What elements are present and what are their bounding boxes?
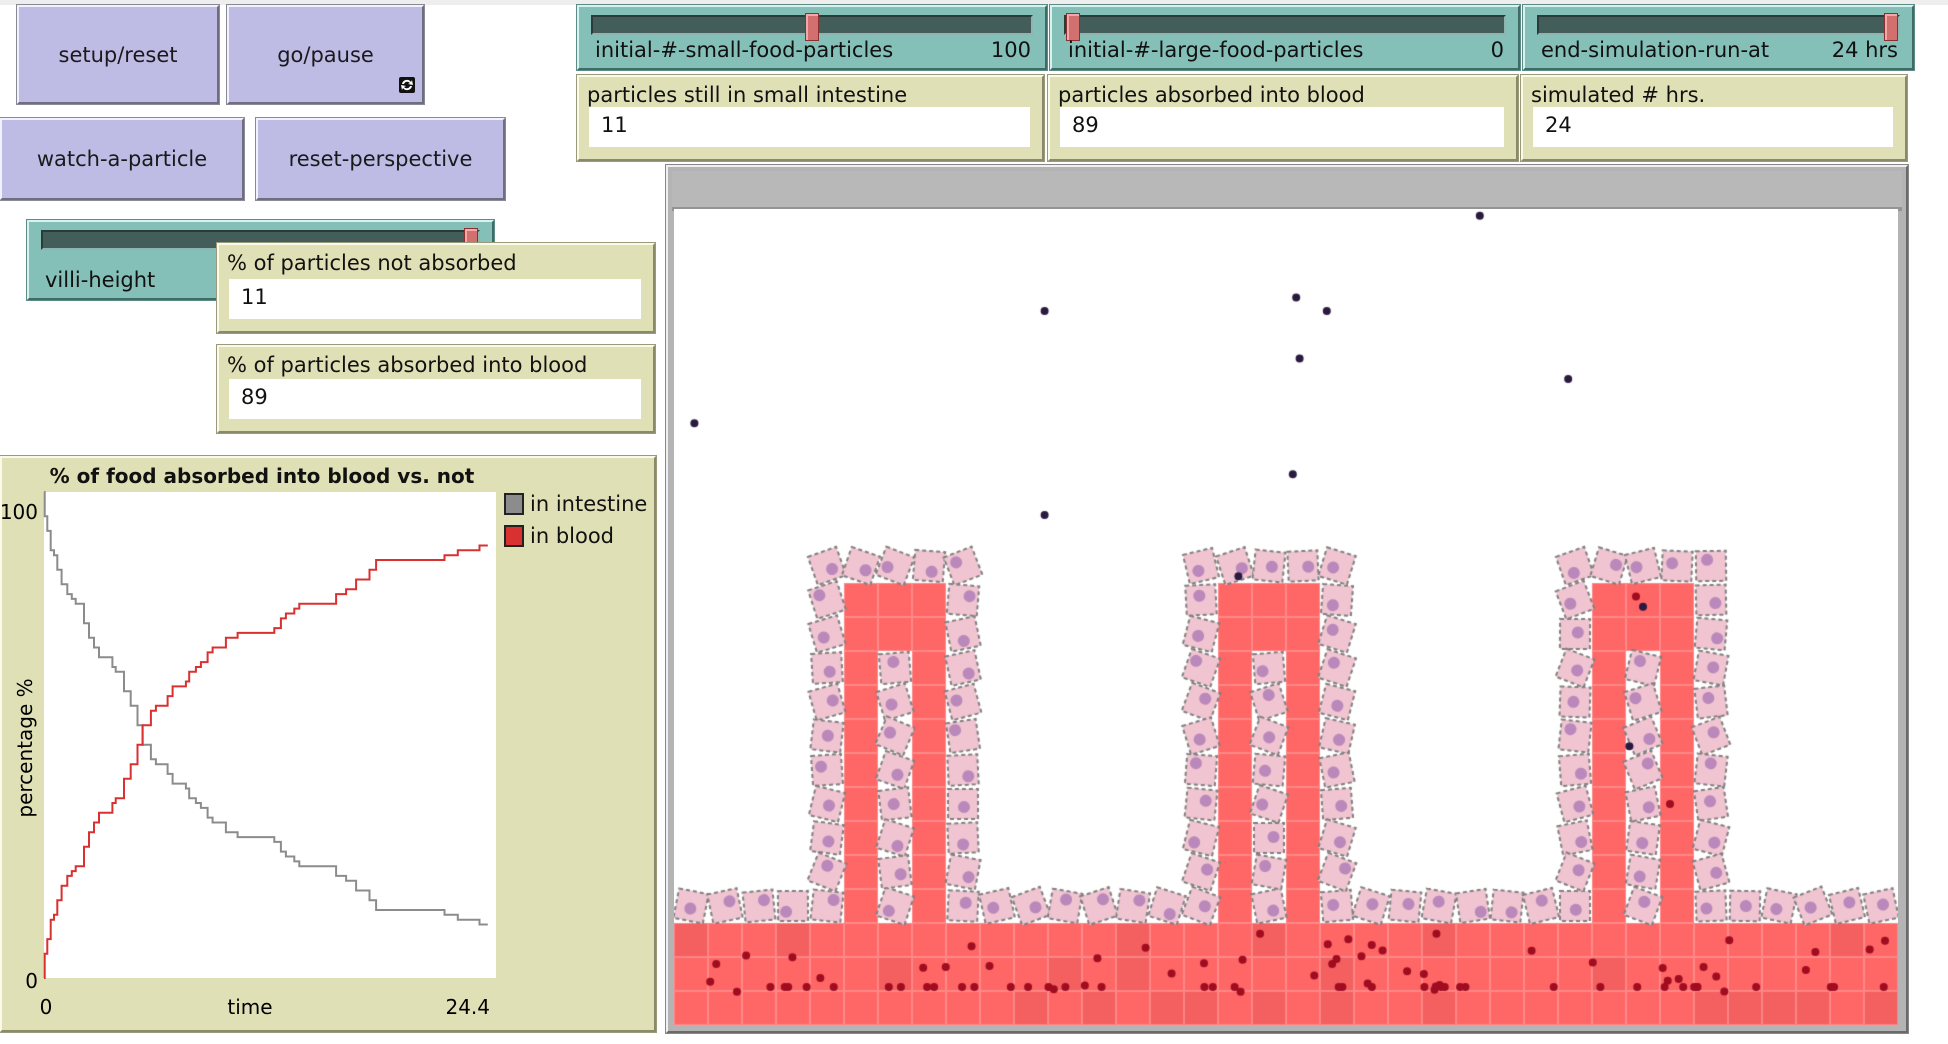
monitor-value: 11: [589, 107, 1030, 147]
reset-perspective-button[interactable]: reset-perspective: [255, 117, 506, 201]
setup-reset-label: setup/reset: [58, 42, 178, 67]
monitor-absorbed-count: particles absorbed into blood 89: [1047, 74, 1519, 162]
go-pause-label: go/pause: [277, 42, 374, 67]
plot-area: [44, 492, 496, 978]
monitor-label: % of particles not absorbed: [227, 251, 517, 275]
world-canvas[interactable]: [674, 209, 1898, 1025]
y-tick-max: 100: [2, 500, 38, 524]
monitor-label: simulated # hrs.: [1531, 83, 1706, 107]
monitor-still-in-intestine: particles still in small intestine 11: [576, 74, 1045, 162]
legend-label: in intestine: [530, 492, 648, 516]
monitor-not-absorbed: % of particles not absorbed 11: [216, 242, 656, 334]
watch-a-particle-button[interactable]: watch-a-particle: [0, 117, 245, 201]
monitor-value: 24: [1533, 107, 1893, 147]
y-axis-label: percentage %: [13, 678, 37, 817]
legend-label: in blood: [530, 524, 615, 548]
slider-knob[interactable]: [1884, 13, 1898, 41]
monitor-simulated-hours: simulated # hrs. 24: [1520, 74, 1908, 162]
world-view[interactable]: [665, 164, 1909, 1034]
view-top-bar: [672, 171, 1902, 211]
slider-track[interactable]: [1537, 13, 1900, 41]
slider-track[interactable]: [1064, 13, 1506, 41]
monitor-label: % of particles absorbed into blood: [227, 353, 588, 377]
slider-label: villi-height: [45, 268, 156, 292]
slider-value: 100: [990, 38, 1031, 62]
large-food-particles-slider[interactable]: initial-#-large-food-particles 0: [1049, 4, 1521, 71]
slider-label: initial-#-large-food-particles: [1068, 38, 1364, 62]
slider-label: initial-#-small-food-particles: [595, 38, 894, 62]
reset-perspective-label: reset-perspective: [288, 147, 473, 171]
slider-value: 0: [1490, 38, 1504, 62]
setup-reset-button[interactable]: setup/reset: [16, 4, 220, 105]
monitor-label: particles still in small intestine: [587, 83, 908, 107]
legend-item-intestine: in intestine: [504, 492, 647, 516]
monitor-value: 89: [1060, 107, 1504, 147]
small-food-particles-slider[interactable]: initial-#-small-food-particles 100: [576, 4, 1048, 71]
slider-track[interactable]: [591, 13, 1033, 41]
slider-knob[interactable]: [805, 13, 819, 41]
monitor-value: 89: [229, 379, 641, 419]
x-tick-max: 24.4: [445, 995, 490, 1019]
forever-loop-icon: [399, 77, 415, 93]
legend-item-blood: in blood: [504, 524, 614, 548]
x-tick-min: 0: [40, 995, 53, 1019]
legend-swatch-gray: [504, 493, 524, 515]
absorption-plot: % of food absorbed into blood vs. not 10…: [0, 455, 657, 1033]
monitor-label: particles absorbed into blood: [1058, 83, 1365, 107]
go-pause-button[interactable]: go/pause: [226, 4, 425, 105]
legend-swatch-red: [504, 525, 524, 547]
watch-a-particle-label: watch-a-particle: [36, 147, 208, 171]
slider-knob[interactable]: [1066, 13, 1080, 41]
x-axis-label: time: [227, 995, 272, 1019]
monitor-value: 11: [229, 279, 641, 319]
slider-value: 24 hrs: [1831, 38, 1898, 62]
monitor-absorbed-percent: % of particles absorbed into blood 89: [216, 344, 656, 434]
end-simulation-run-at-slider[interactable]: end-simulation-run-at 24 hrs: [1522, 4, 1915, 71]
y-tick-min: 0: [25, 969, 38, 993]
slider-label: end-simulation-run-at: [1541, 38, 1770, 62]
